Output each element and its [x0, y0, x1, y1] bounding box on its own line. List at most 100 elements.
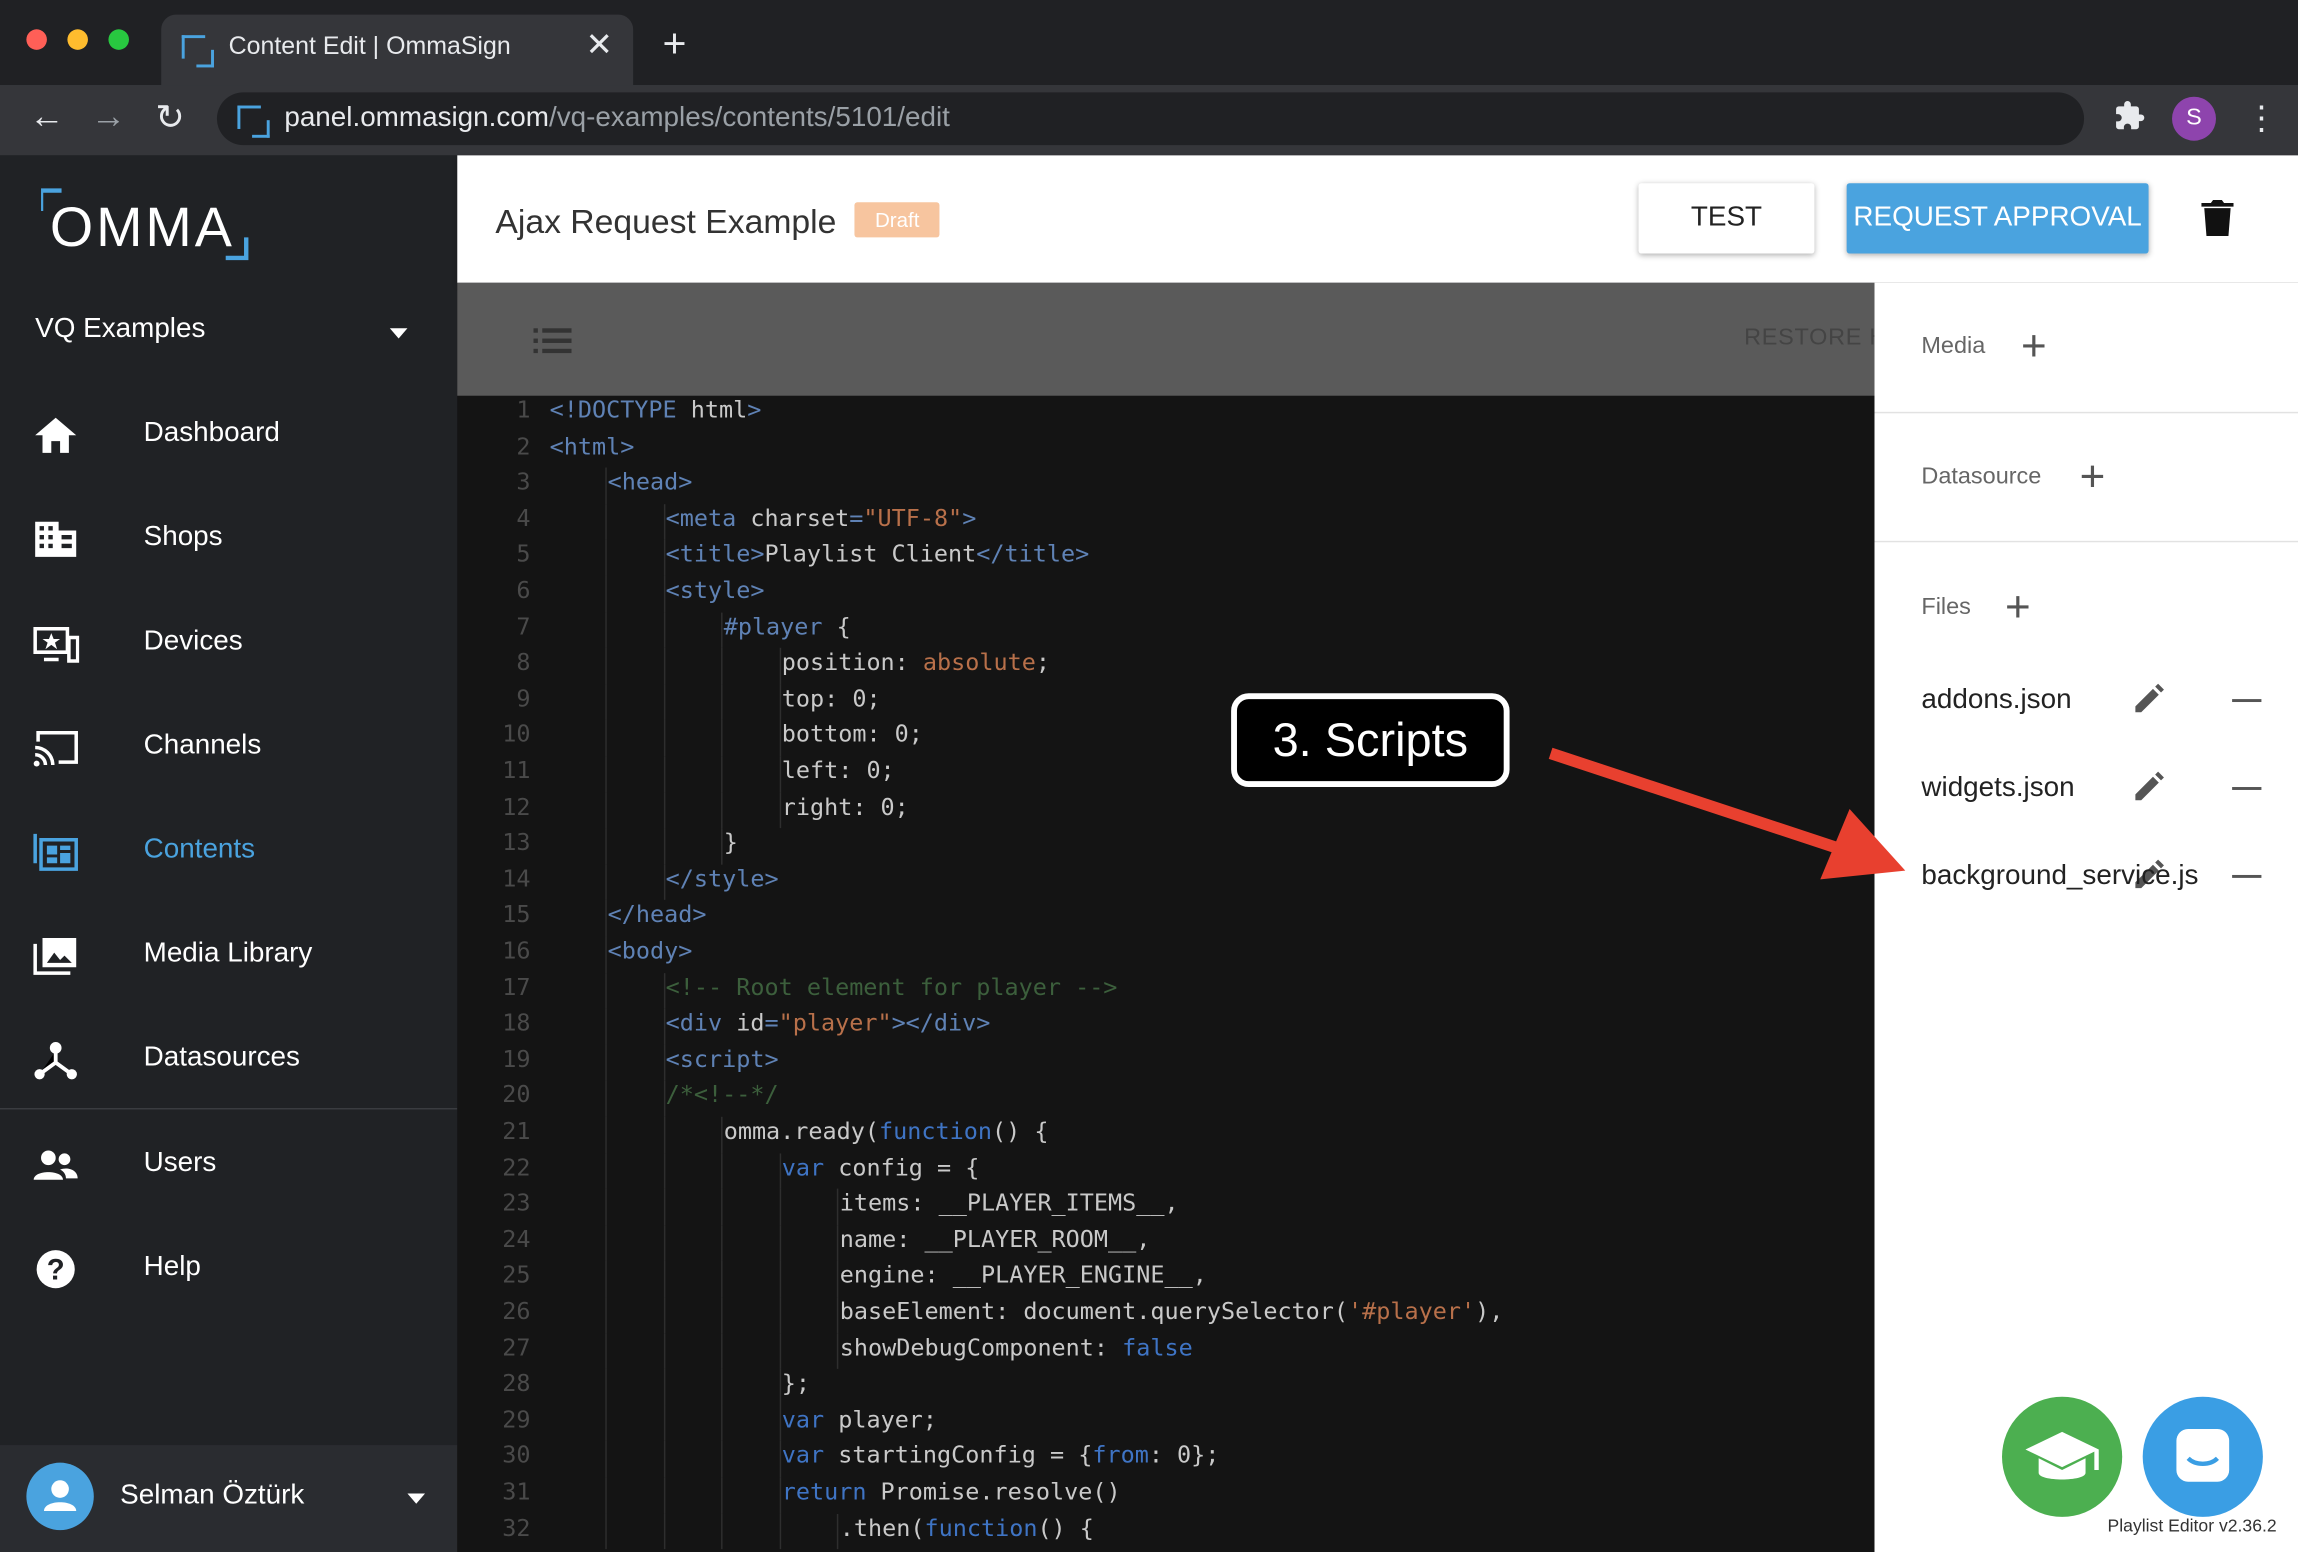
reload-button[interactable]: ↻ — [155, 97, 184, 140]
code-text: <!-- Root element for player --> — [665, 972, 1118, 1001]
sidebar-item-devices[interactable]: Devices — [0, 602, 457, 684]
edit-pencil-icon[interactable] — [2132, 771, 2164, 803]
file-item-addons[interactable]: addons.json — [1921, 684, 2071, 716]
user-caret-icon[interactable] — [407, 1493, 426, 1504]
line-number: 10 — [502, 720, 531, 749]
line-number: 24 — [502, 1224, 531, 1253]
indent-guide — [779, 756, 781, 793]
code-editor[interactable]: RESTORE H 1 <!DOCTYPE html> 2 <html> 3 <head>… — [457, 282, 1886, 1552]
window-minimize-button[interactable] — [67, 29, 88, 50]
indent-guide — [605, 1369, 607, 1406]
code-area[interactable]: 1 <!DOCTYPE html> 2 <html> 3 <head> 4 <meta cha… — [457, 396, 1874, 1552]
edit-pencil-icon[interactable] — [2132, 683, 2164, 715]
sidebar-item-shops[interactable]: Shops — [0, 498, 457, 580]
indent-guide — [663, 503, 665, 540]
remove-file-icon[interactable] — [2232, 699, 2262, 703]
indent-guide — [663, 972, 665, 1009]
files-section-label: Files — [1921, 595, 1971, 620]
restore-history-button[interactable]: RESTORE H — [1744, 325, 1887, 351]
code-text: .then(function() { — [839, 1513, 1094, 1542]
indent-guide — [721, 792, 723, 829]
extensions-puzzle-icon[interactable] — [2113, 100, 2145, 132]
indent-guide — [779, 1152, 781, 1189]
project-selector[interactable]: VQ Examples — [35, 314, 205, 346]
profile-avatar[interactable]: S — [2172, 96, 2216, 141]
code-text: right: 0; — [781, 792, 909, 821]
forward-button[interactable]: → — [91, 97, 126, 138]
sidebar-item-channels[interactable]: Channels — [0, 706, 457, 788]
indent-guide — [605, 1513, 607, 1550]
new-tab-button[interactable]: + — [662, 23, 686, 64]
request-approval-button[interactable]: REQUEST APPROVAL — [1846, 183, 2149, 254]
code-text: }; — [781, 1369, 810, 1397]
user-menu[interactable]: Selman Öztürk — [0, 1445, 458, 1552]
address-bar[interactable]: panel.ommasign.com/vq-examples/contents/… — [216, 92, 2085, 146]
indent-guide — [605, 503, 607, 540]
line-number: 18 — [502, 1008, 531, 1037]
indent-guide — [721, 756, 723, 793]
remove-file-icon[interactable] — [2232, 874, 2262, 878]
sidebar-item-media-library[interactable]: Media Library — [0, 915, 457, 997]
indent-guide — [721, 720, 723, 757]
remove-file-icon[interactable] — [2232, 787, 2262, 790]
project-caret-icon[interactable] — [389, 328, 408, 339]
sidebar-item-label: Datasources — [143, 1042, 300, 1073]
browser-menu-icon[interactable]: ⋮ — [2245, 97, 2277, 141]
line-number: 7 — [516, 612, 531, 640]
indent-guide — [721, 1405, 723, 1442]
sidebar-divider — [0, 1107, 458, 1110]
add-datasource-icon[interactable]: + — [2080, 455, 2106, 500]
indent-guide — [605, 792, 607, 829]
line-number: 27 — [502, 1333, 531, 1361]
code-text: } — [723, 828, 738, 857]
file-item-background-service[interactable]: background_service.js — [1921, 860, 2198, 892]
omma-logo[interactable]: OMMA — [41, 188, 249, 261]
content-header: Ajax Request Example Draft TEST REQUEST … — [457, 155, 2298, 283]
code-text: <!DOCTYPE html> — [549, 395, 762, 424]
file-item-widgets[interactable]: widgets.json — [1921, 772, 2074, 804]
code-text: baseElement: document.querySelector('#pl… — [839, 1297, 1504, 1325]
indent-guide — [605, 648, 607, 685]
chat-support-button[interactable] — [2142, 1396, 2263, 1517]
cast-icon — [33, 731, 78, 767]
line-number: 16 — [502, 936, 531, 965]
window-zoom-button[interactable] — [108, 29, 129, 50]
indent-guide — [663, 756, 665, 793]
indent-guide — [721, 828, 723, 865]
code-text: left: 0; — [781, 756, 895, 785]
indent-guide — [779, 1224, 781, 1261]
datasource-section-label: Datasource — [1921, 464, 2042, 490]
sidebar-item-help[interactable]: ? Help — [0, 1228, 457, 1310]
add-media-icon[interactable]: + — [2021, 325, 2047, 369]
sidebar-item-users[interactable]: Users — [0, 1124, 457, 1206]
sidebar-item-contents[interactable]: Contents — [0, 810, 457, 892]
url-host: panel.ommasign.com — [284, 102, 550, 134]
indent-guide — [721, 1441, 723, 1478]
code-text: <title>Playlist Client</title> — [665, 539, 1090, 568]
academy-button[interactable] — [2002, 1396, 2123, 1517]
sidebar-item-datasources[interactable]: Datasources — [0, 1019, 457, 1101]
delete-icon[interactable] — [2201, 199, 2234, 237]
indent-guide — [721, 1260, 723, 1298]
browser-tab[interactable]: Content Edit | OmmaSign ✕ — [161, 14, 634, 86]
indent-guide — [663, 1297, 665, 1334]
add-file-icon[interactable]: + — [2005, 586, 2031, 630]
sidebar-item-dashboard[interactable]: Dashboard — [0, 394, 457, 476]
test-button[interactable]: TEST — [1638, 183, 1815, 254]
line-number: 30 — [502, 1441, 531, 1470]
line-number: 31 — [502, 1477, 531, 1506]
line-number: 29 — [502, 1405, 531, 1434]
back-button[interactable]: ← — [29, 97, 64, 138]
code-text: <head> — [607, 467, 693, 496]
list-icon[interactable] — [533, 327, 572, 354]
indent-guide — [605, 1044, 607, 1081]
window-close-button[interactable] — [26, 29, 47, 50]
line-number: 3 — [516, 467, 531, 496]
indent-guide — [721, 1297, 723, 1334]
indent-guide — [663, 1008, 665, 1045]
close-tab-icon[interactable]: ✕ — [586, 26, 613, 64]
code-text: var startingConfig = {from: 0}; — [781, 1441, 1220, 1470]
indent-guide — [663, 575, 665, 613]
contents-icon — [33, 833, 78, 871]
line-number: 9 — [516, 684, 531, 712]
